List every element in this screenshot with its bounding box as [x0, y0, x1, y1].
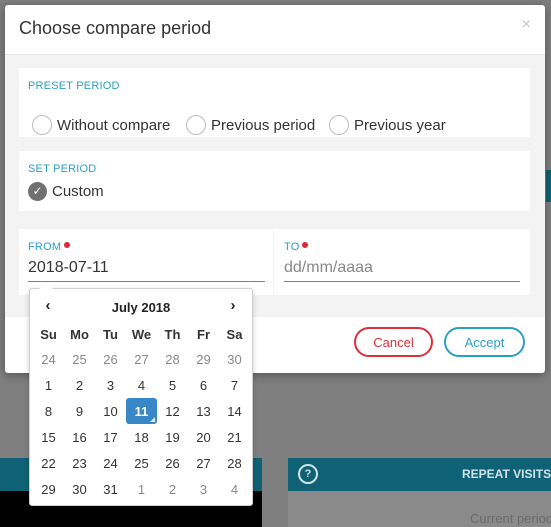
- calendar-day[interactable]: 26: [157, 450, 188, 476]
- weekday-header: Mo: [70, 326, 89, 342]
- calendar-day[interactable]: 15: [33, 424, 64, 450]
- calendar-day[interactable]: 27: [188, 450, 219, 476]
- calendar-day[interactable]: 13: [188, 398, 219, 424]
- to-date-input[interactable]: [284, 259, 520, 282]
- calendar-day[interactable]: 31: [95, 476, 126, 502]
- calendar-day[interactable]: 14: [219, 398, 250, 424]
- calendar-day[interactable]: 12: [157, 398, 188, 424]
- radio-previous-period[interactable]: Previous period: [186, 115, 315, 135]
- calendar-day[interactable]: 4: [219, 476, 250, 502]
- datepicker-header: July 2018 ‹ ›: [30, 297, 252, 319]
- calendar-day[interactable]: 23: [64, 450, 95, 476]
- calendar-day[interactable]: 3: [188, 476, 219, 502]
- calendar-day[interactable]: 20: [188, 424, 219, 450]
- calendar-day[interactable]: 2: [64, 372, 95, 398]
- set-period-panel: SET PERIOD ✓ Custom: [19, 151, 530, 211]
- from-label: FROM: [28, 241, 71, 253]
- calendar-day[interactable]: 19: [157, 424, 188, 450]
- calendar-day[interactable]: 29: [188, 346, 219, 372]
- calendar-day[interactable]: 11: [126, 398, 157, 424]
- to-label: TO: [284, 241, 309, 253]
- datepicker-month-title: July 2018: [111, 300, 171, 315]
- calendar-day[interactable]: 25: [64, 346, 95, 372]
- calendar-week-row: 29 30 31 1 2 3 4: [33, 476, 250, 502]
- calendar-day[interactable]: 24: [33, 346, 64, 372]
- chevron-right-icon[interactable]: ›: [223, 297, 243, 314]
- calendar-day[interactable]: 18: [126, 424, 157, 450]
- calendar-day[interactable]: 25: [126, 450, 157, 476]
- accept-button[interactable]: Accept: [444, 327, 525, 357]
- weekday-header: Sa: [226, 326, 243, 342]
- radio-previous-year[interactable]: Previous year: [329, 115, 446, 135]
- modal-header: Choose compare period ×: [5, 5, 545, 55]
- calendar-day[interactable]: 29: [33, 476, 64, 502]
- calendar-day[interactable]: 9: [64, 398, 95, 424]
- calendar-week-row: 1234567: [33, 372, 250, 398]
- calendar-day[interactable]: 28: [219, 450, 250, 476]
- radio-label: Without compare: [57, 116, 171, 134]
- calendar-day[interactable]: 3: [95, 372, 126, 398]
- cancel-button[interactable]: Cancel: [354, 327, 433, 357]
- from-date-input[interactable]: [28, 259, 265, 282]
- calendar-day[interactable]: 26: [95, 346, 126, 372]
- radio-without-compare[interactable]: Without compare: [32, 115, 170, 135]
- calendar-day[interactable]: 8: [33, 398, 64, 424]
- datepicker-calendar: Su Mo Tu We Th Fr Sa 24 25 26 27 28 29 30 1 2 3 4 5 6 7 8 9 10…: [33, 322, 250, 502]
- repeat-visits-title: REPEAT VISITS: [462, 467, 551, 481]
- background-edge-strip: [546, 170, 551, 202]
- calendar-day[interactable]: 22: [33, 450, 64, 476]
- calendar-day[interactable]: 27: [126, 346, 157, 372]
- calendar-week-row: 8 9 10 11 12 13 14: [33, 398, 250, 424]
- radio-circle[interactable]: [32, 115, 52, 135]
- weekday-header: Fr: [197, 326, 210, 342]
- radio-circle[interactable]: [186, 115, 206, 135]
- close-icon[interactable]: ×: [522, 16, 531, 34]
- custom-label: Custom: [52, 183, 104, 200]
- calendar-day[interactable]: 1: [33, 372, 64, 398]
- chevron-left-icon[interactable]: ‹: [38, 297, 58, 314]
- help-icon: ?: [298, 464, 318, 484]
- calendar-day[interactable]: 30: [219, 346, 250, 372]
- modal-title: Choose compare period: [19, 18, 212, 38]
- required-dot: [64, 242, 71, 248]
- calendar-day[interactable]: 21: [219, 424, 250, 450]
- datepicker: July 2018 ‹ › Su Mo Tu We Th Fr Sa 24 25 26 27 28 2…: [29, 282, 253, 506]
- calendar-day[interactable]: 30: [64, 476, 95, 502]
- calendar-day[interactable]: 6: [188, 372, 219, 398]
- required-dot: [302, 242, 309, 248]
- weekday-header: Tu: [103, 326, 118, 342]
- to-panel: TO: [274, 229, 530, 295]
- weekday-header: Su: [40, 326, 57, 342]
- weekday-header: We: [131, 326, 152, 342]
- radio-label: Previous period: [211, 116, 316, 134]
- calendar-day[interactable]: 1: [126, 476, 157, 502]
- preset-period-label: PRESET PERIOD: [28, 80, 120, 92]
- calendar-day[interactable]: 5: [157, 372, 188, 398]
- calendar-day[interactable]: 7: [219, 372, 250, 398]
- calendar-day[interactable]: 16: [64, 424, 95, 450]
- calendar-week-row: 15 16 17 18 19 20 21: [33, 424, 250, 450]
- calendar-day[interactable]: 28: [157, 346, 188, 372]
- calendar-week-row: 24 25 26 27 28 29 30: [33, 346, 250, 372]
- calendar-day[interactable]: 10: [95, 398, 126, 424]
- set-period-label: SET PERIOD: [28, 163, 97, 175]
- calendar-day[interactable]: 17: [95, 424, 126, 450]
- current-period-label: Current period: [470, 511, 551, 526]
- datepicker-caret: [39, 282, 53, 289]
- check-icon[interactable]: ✓: [28, 182, 47, 201]
- from-label-text: FROM: [28, 241, 62, 253]
- from-panel: FROM: [19, 229, 273, 295]
- radio-custom[interactable]: ✓ Custom: [28, 182, 104, 201]
- radio-circle[interactable]: [329, 115, 349, 135]
- calendar-day[interactable]: 2: [157, 476, 188, 502]
- calendar-week-row: 22 23 24 25 26 27 28: [33, 450, 250, 476]
- calendar-day[interactable]: 24: [95, 450, 126, 476]
- to-label-text: TO: [284, 241, 300, 253]
- calendar-day[interactable]: 4: [126, 372, 157, 398]
- preset-period-panel: PRESET PERIOD Without compare Previous p…: [19, 68, 530, 137]
- modal-body: PRESET PERIOD Without compare Previous p…: [5, 55, 545, 317]
- radio-label: Previous year: [354, 116, 446, 134]
- weekday-header: Th: [164, 326, 181, 342]
